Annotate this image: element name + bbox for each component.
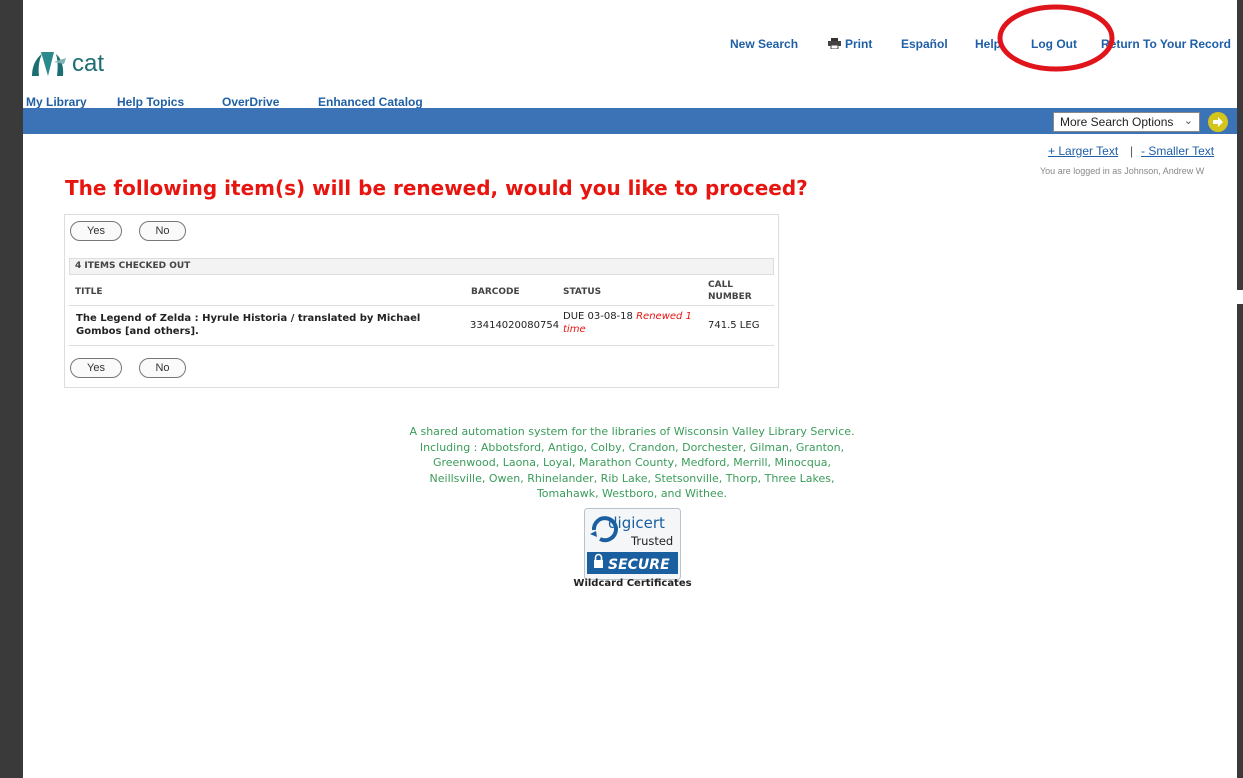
item-title-line1[interactable]: The Legend of Zelda : Hyrule Historia / … [76, 313, 420, 324]
row-divider [69, 345, 774, 346]
tab-overdrive[interactable]: OverDrive [222, 95, 279, 109]
smaller-text-link[interactable]: - Smaller Text [1141, 144, 1214, 158]
footer-line-4: Neillsville, Owen, Rhinelander, Rib Lake… [429, 471, 835, 485]
logo-mark [32, 52, 66, 76]
no-button-bottom[interactable]: No [139, 358, 186, 378]
seal-brand: digicert [608, 514, 665, 532]
seal-caption: Wildcard Certificates [573, 578, 692, 589]
digicert-seal[interactable]: digicert Trusted SECURE [584, 508, 681, 580]
text-size-separator: | [1130, 144, 1134, 158]
header-divider [69, 305, 774, 306]
logo-text: cat [72, 50, 105, 77]
page-title: The following item(s) will be renewed, w… [65, 176, 808, 200]
print-icon [828, 38, 841, 49]
search-select-value: More Search Options [1060, 115, 1174, 129]
left-window-edge [0, 0, 23, 778]
right-window-edge-top [1237, 0, 1243, 290]
seal-trusted: Trusted [630, 534, 673, 548]
logged-in-status: You are logged in as Johnson, Andrew W [1040, 166, 1205, 176]
footer-line-5: Tomahawk, Westboro, and Withee. [536, 487, 728, 500]
col-status: STATUS [563, 287, 602, 297]
help-link[interactable]: Help [975, 37, 1001, 51]
right-window-edge-bottom [1237, 304, 1243, 778]
item-renewed-count: Renewed 1 [636, 311, 692, 322]
no-button-top[interactable]: No [139, 221, 186, 241]
footer-line-1: A shared automation system for the libra… [409, 425, 855, 438]
espanol-link[interactable]: Español [901, 37, 948, 51]
site-logo[interactable]: cat [30, 40, 104, 80]
go-arrow-icon[interactable] [1208, 112, 1228, 132]
chevron-down-icon: ⌄ [1183, 115, 1193, 127]
col-title: TITLE [75, 287, 103, 297]
footer-line-3: Greenwood, Laona, Loyal, Marathon County… [432, 456, 832, 469]
print-label: Print [845, 37, 873, 51]
larger-text-link[interactable]: + Larger Text [1048, 144, 1118, 158]
print-link[interactable]: Print [828, 37, 872, 51]
tab-enhanced-catalog[interactable]: Enhanced Catalog [318, 95, 423, 109]
more-search-options-select[interactable]: More Search Options ⌄ [1053, 112, 1200, 132]
footer-line-2: Including : Abbotsford, Antigo, Colby, C… [419, 440, 845, 454]
item-renewed-suffix: time [563, 324, 586, 335]
go-arrow-glyph [1213, 117, 1223, 127]
tab-help-topics[interactable]: Help Topics [117, 95, 184, 109]
yes-button-top[interactable]: Yes [70, 221, 122, 241]
log-out-link[interactable]: Log Out [1031, 37, 1077, 51]
col-barcode: BARCODE [471, 287, 520, 297]
item-due-date: DUE 03-08-18 [563, 311, 633, 322]
new-search-link[interactable]: New Search [730, 37, 798, 51]
col-call-number-line1: CALL [708, 280, 734, 290]
return-to-record-link[interactable]: Return To Your Record [1101, 37, 1231, 51]
checked-out-header: 4 ITEMS CHECKED OUT [69, 258, 774, 275]
item-call-number: 741.5 LEG [708, 320, 760, 331]
yes-button-bottom[interactable]: Yes [70, 358, 122, 378]
item-status-line1: DUE 03-08-18 Renewed 1 [563, 311, 692, 322]
tab-my-library[interactable]: My Library [26, 95, 87, 109]
item-barcode: 33414020080754 [470, 320, 560, 331]
seal-secure: SECURE [608, 557, 670, 573]
item-title-line2[interactable]: Gombos [and others]. [76, 326, 199, 337]
col-call-number-line2: NUMBER [708, 292, 752, 302]
footer-description: A shared automation system for the libra… [360, 424, 904, 502]
